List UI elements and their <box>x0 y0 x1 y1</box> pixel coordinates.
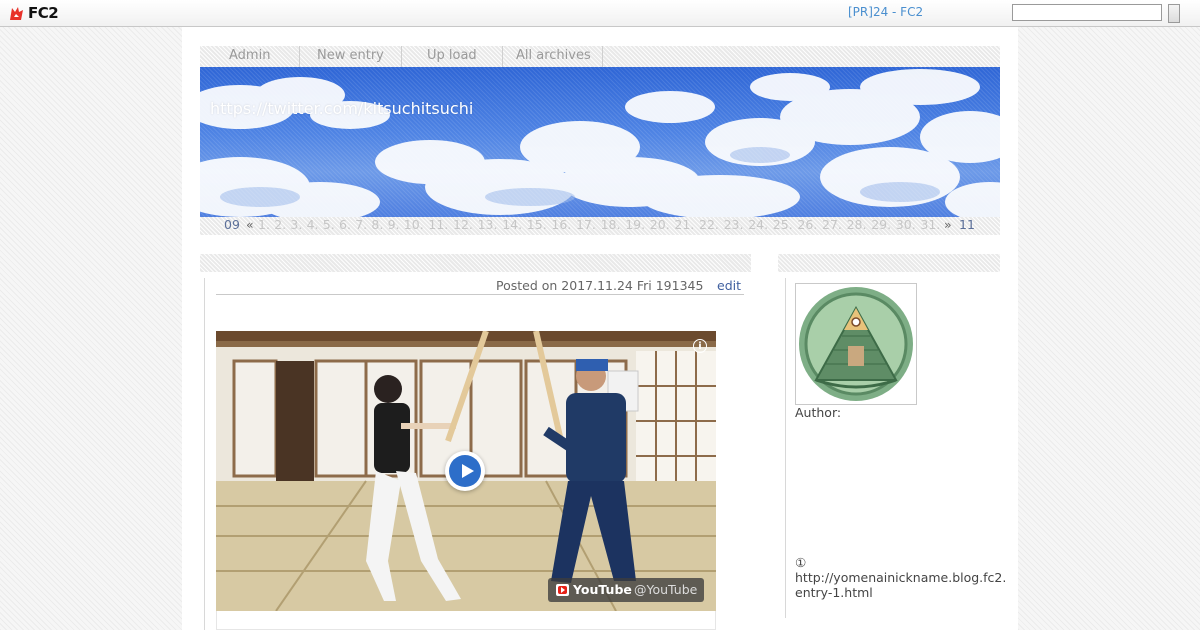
calendar-day: 12. <box>453 217 473 232</box>
calendar-day: 24. <box>748 217 769 232</box>
calendar-day: 27. <box>822 217 842 232</box>
pyramid-seal-image <box>799 287 913 401</box>
calendar-day: 16. <box>551 217 572 232</box>
calendar-day: 17. <box>576 217 596 232</box>
calendar-day: 20. <box>649 217 670 232</box>
author-avatar <box>795 283 917 405</box>
youtube-icon <box>556 584 569 596</box>
calendar-day: 7. <box>355 217 368 232</box>
content-divider <box>204 278 205 630</box>
post-date: Posted on 2017.11.24 Fri 191345 <box>496 278 704 293</box>
edit-link[interactable]: edit <box>717 278 741 293</box>
nav-upload[interactable]: Up load <box>427 48 477 63</box>
calendar-day: 9. <box>387 217 400 232</box>
sidebar-title-bar <box>778 254 1000 272</box>
calendar-day: 3. <box>290 217 303 232</box>
channel-name: YouTube <box>573 582 632 597</box>
top-navigation: Admin New entry Up load All archives <box>200 46 1000 67</box>
search-button[interactable] <box>1168 4 1180 23</box>
sidebar-divider <box>785 278 786 618</box>
pr-link[interactable]: [PR]24 - FC2 <box>848 5 923 19</box>
calendar-prev-arrow[interactable]: « <box>246 217 254 232</box>
nav-all-archives[interactable]: All archives <box>516 48 591 63</box>
calendar-day: 21. <box>674 217 695 232</box>
calendar-day: 13. <box>477 217 498 232</box>
video-footer <box>216 611 716 630</box>
calendar-day: 10. <box>403 217 424 232</box>
calendar-days: 1. 2. 3. 4. 5. 6. 7. 8. 9. 10. 11. 12. 13. 14. 15. 16. 1… <box>258 217 941 235</box>
nav-divider <box>401 46 402 67</box>
blog-page: Admin New entry Up load All archives htt… <box>182 27 1018 630</box>
calendar-day: 5. <box>322 217 335 232</box>
post-meta: Posted on 2017.11.24 Fri 191345 edit <box>216 278 744 295</box>
calendar-day: 25. <box>772 217 793 232</box>
channel-handle: @YouTube <box>634 582 698 597</box>
entry-title-bar <box>200 254 751 272</box>
calendar-day: 1. <box>258 217 270 232</box>
calendar-day: 14. <box>502 217 523 232</box>
calendar-strip: 09 « 1. 2. 3. 4. 5. 6. 7. 8. 9. 10. 11. 12. 13. 14. 15… <box>200 217 1000 235</box>
search-input[interactable] <box>1012 4 1162 21</box>
play-icon <box>449 455 481 487</box>
nav-divider <box>502 46 503 67</box>
calendar-day: 30. <box>895 217 916 232</box>
info-icon[interactable]: i <box>693 339 707 353</box>
fc2-logo[interactable]: FC2 <box>8 4 59 22</box>
calendar-day: 2. <box>274 217 287 232</box>
calendar-next-arrow[interactable]: » <box>944 217 952 232</box>
blog-title[interactable]: https://twitter.com/kitsuchitsuchi <box>210 99 473 118</box>
calendar-day: 11. <box>428 217 449 232</box>
calendar-day: 6. <box>339 217 351 232</box>
fc2-logo-text: FC2 <box>28 4 59 22</box>
calendar-day: 31. <box>920 217 941 232</box>
calendar-day: 19. <box>625 217 646 232</box>
calendar-prev-month[interactable]: 09 <box>224 217 240 232</box>
author-label: Author: <box>795 405 842 420</box>
calendar-day: 26. <box>797 217 818 232</box>
profile-note: ① http://yomenainickname.blog.fc2. entry… <box>795 555 1007 600</box>
youtube-embed[interactable]: i YouTube @YouTube <box>216 331 716 611</box>
nav-new-entry[interactable]: New entry <box>317 48 384 63</box>
calendar-day: 29. <box>871 217 892 232</box>
banner-texture <box>200 67 1000 217</box>
calendar-day: 28. <box>846 217 867 232</box>
calendar-day: 22. <box>699 217 719 232</box>
calendar-next-month[interactable]: 11 <box>959 217 975 232</box>
fc2-toolbar: FC2 [PR]24 - FC2 <box>0 0 1200 27</box>
nav-divider <box>299 46 300 67</box>
calendar-day: 4. <box>306 217 319 232</box>
calendar-day: 23. <box>723 217 744 232</box>
calendar-day: 18. <box>600 217 621 232</box>
youtube-channel-badge[interactable]: YouTube @YouTube <box>548 578 704 602</box>
fc2-fox-icon <box>10 6 23 20</box>
calendar-day: 8. <box>371 217 384 232</box>
calendar-day: 15. <box>526 217 547 232</box>
nav-admin[interactable]: Admin <box>229 48 270 63</box>
header-banner: https://twitter.com/kitsuchitsuchi <box>200 67 1000 217</box>
play-button[interactable] <box>445 451 485 491</box>
nav-divider <box>602 46 603 67</box>
